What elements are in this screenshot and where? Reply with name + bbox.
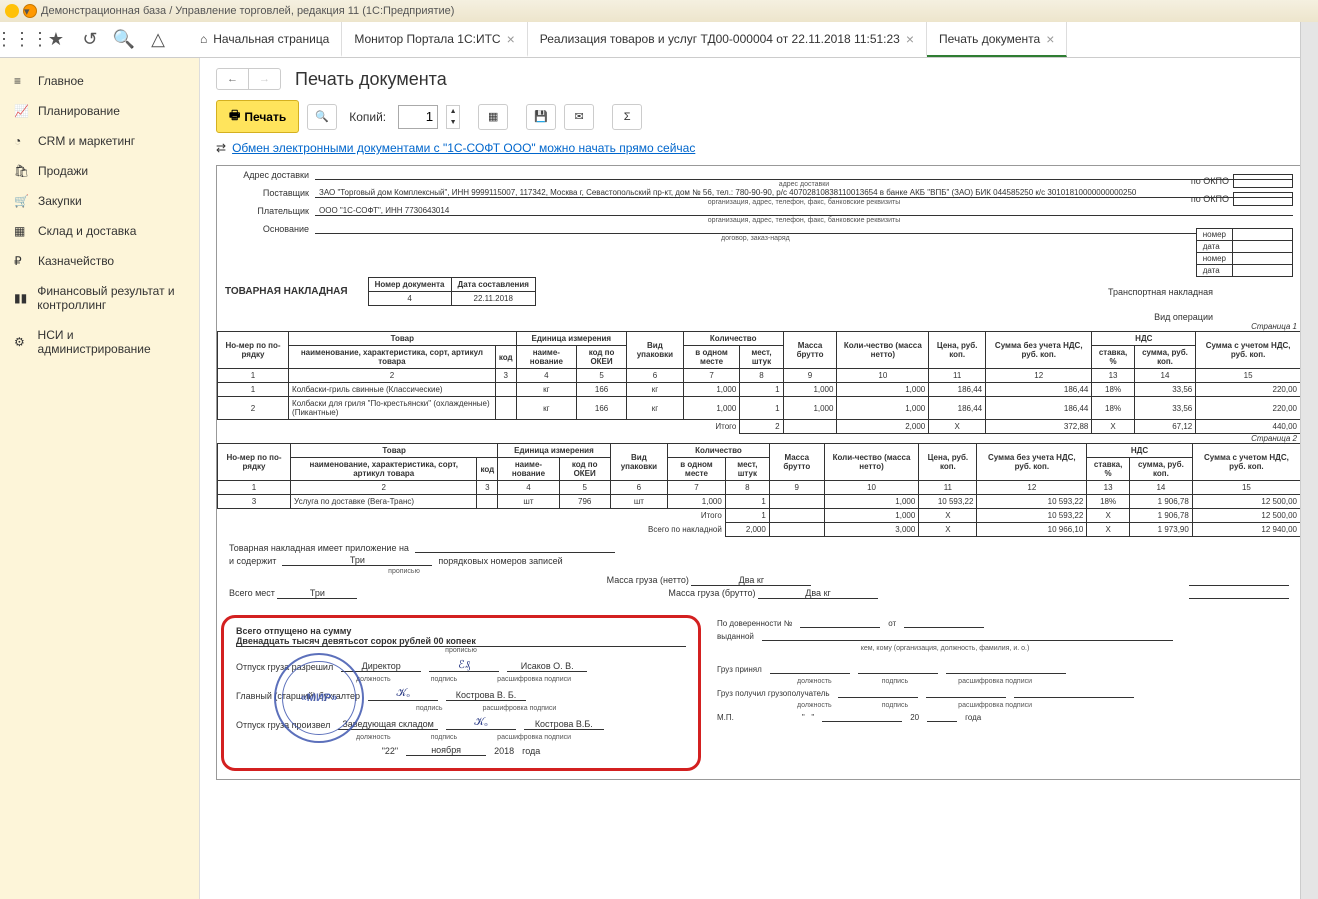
stamp-icon: «МИР» [274, 653, 364, 743]
sum-button[interactable]: Σ [612, 104, 642, 130]
email-button[interactable]: ✉ [564, 104, 594, 130]
tab-bar: ⌂Начальная страницаМонитор Портала 1С:ИТ… [188, 22, 1067, 57]
total-label: Всего отпущено на сумму [236, 626, 686, 636]
chart-icon: 📈 [14, 104, 28, 118]
nav-forward-button[interactable]: → [249, 69, 280, 89]
recipient-block: По доверенности №от выданной кем, кому (… [705, 607, 1185, 779]
sidebar-item[interactable]: ⚙НСИ и администрирование [0, 320, 199, 364]
tab[interactable]: Монитор Портала 1С:ИТС× [342, 22, 527, 57]
print-button[interactable]: 🖶 Печать [216, 100, 299, 133]
nav-back-button[interactable]: ← [217, 69, 249, 89]
goods-table-2: Но-мер по по-рядкуТоварЕдиница измерения… [217, 443, 1301, 537]
main-content: ← → Печать документа 🖶 Печать 🔍 Копий: ▲… [200, 58, 1318, 899]
transport-label: Транспортная накладная [1108, 287, 1213, 297]
sidebar-item[interactable]: ₽Казначейство [0, 246, 199, 276]
page-title: Печать документа [295, 69, 447, 90]
attach-l2: и содержит [229, 556, 276, 566]
doc-main-title: ТОВАРНАЯ НАКЛАДНАЯ [225, 286, 348, 297]
tab[interactable]: ⌂Начальная страница [188, 22, 342, 57]
payer-label: Плательщик [225, 206, 315, 216]
dropdown-icon[interactable]: ▾ [23, 4, 37, 18]
okpo-label: по ОКПО [1191, 176, 1229, 186]
window-title: Демонстрационная база / Управление торго… [41, 5, 454, 17]
search-icon[interactable]: 🔍 [110, 26, 138, 54]
tab[interactable]: Печать документа× [927, 22, 1067, 57]
bag-icon: 🛍 [14, 164, 28, 178]
sidebar-item[interactable]: 🛍Продажи [0, 156, 199, 186]
goods-table-1: Но-мер по по-рядкуТоварЕдиница измерения… [217, 331, 1301, 434]
close-icon[interactable]: × [906, 31, 914, 47]
main-toolbar: ⋮⋮⋮ ★ ↺ 🔍 △ ⌂Начальная страницаМонитор П… [0, 22, 1318, 58]
sidebar-item[interactable]: ▮▮Финансовый результат и контроллинг [0, 276, 199, 320]
supplier-value: ЗАО "Торговый дом Комплексный", ИНН 9999… [315, 188, 1293, 198]
sidebar-item[interactable]: 🛒Закупки [0, 186, 199, 216]
bell-icon[interactable]: △ [144, 26, 172, 54]
payer-value: ООО "1С-СОФТ", ИНН 7730643014 [315, 206, 1293, 216]
copies-spinner[interactable]: ▲▼ [446, 105, 460, 129]
apps-icon[interactable]: ⋮⋮⋮ [8, 26, 36, 54]
page-1-label: Страница 1 [217, 322, 1301, 331]
sidebar-item[interactable]: 📈Планирование [0, 96, 199, 126]
attach-records: порядковых номеров записей [438, 556, 562, 566]
page-2-label: Страница 2 [217, 434, 1301, 443]
cart-icon: 🛒 [14, 194, 28, 208]
settings-button[interactable]: ▦ [478, 104, 508, 130]
okpo-label-2: по ОКПО [1191, 194, 1229, 204]
home-icon: ⌂ [200, 32, 207, 46]
supplier-label: Поставщик [225, 188, 315, 198]
bars-icon: ▮▮ [14, 291, 27, 305]
exchange-link[interactable]: Обмен электронными документами с "1С-СОФ… [232, 141, 695, 155]
close-icon[interactable]: × [507, 31, 515, 47]
nav-sidebar: ≡Главное📈Планирование◔CRM и маркетинг🛍Пр… [0, 58, 200, 899]
star-icon[interactable]: ★ [42, 26, 70, 54]
signature-block: «МИР» Всего отпущено на сумму Двенадцать… [221, 615, 701, 771]
attach-l1: Товарная накладная имеет приложение на [229, 543, 409, 553]
gear-icon: ⚙ [14, 335, 28, 349]
basis-label: Основание [225, 224, 315, 234]
payer-caption: организация, адрес, телефон, факс, банко… [315, 217, 1293, 224]
doc-number-table: Номер документаДата составления 422.11.2… [368, 277, 536, 306]
grid-icon: ▦ [14, 224, 28, 238]
side-codes-table: номердатаномердата [1196, 228, 1293, 277]
sidebar-item[interactable]: ≡Главное [0, 66, 199, 96]
coin-icon: ₽ [14, 254, 28, 268]
history-icon[interactable]: ↺ [76, 26, 104, 54]
pie-icon: ◔ [14, 134, 28, 148]
window-titlebar: ▾ Демонстрационная база / Управление тор… [0, 0, 1318, 22]
exchange-icon: ⇄ [216, 141, 226, 155]
sidebar-item[interactable]: ▦Склад и доставка [0, 216, 199, 246]
basis-caption: договор, заказ-наряд [315, 235, 1293, 242]
nav-arrows: ← → [216, 68, 281, 90]
document-preview: Адрес доставки адрес доставки по ОКПО По… [216, 165, 1302, 780]
copies-input[interactable] [398, 105, 438, 129]
preview-button[interactable]: 🔍 [307, 104, 337, 130]
tab[interactable]: Реализация товаров и услуг ТД00-000004 о… [528, 22, 927, 57]
right-scrollbar[interactable] [1300, 22, 1318, 899]
app-icon-1c [5, 4, 19, 18]
close-icon[interactable]: × [1046, 31, 1054, 47]
operation-label: Вид операции [225, 312, 1293, 322]
okpo-box [1233, 174, 1293, 188]
total-words: Двенадцать тысяч девятьсот сорок рублей … [236, 636, 686, 647]
copies-label: Копий: [349, 110, 386, 124]
save-button[interactable]: 💾 [526, 104, 556, 130]
delivery-label: Адрес доставки [225, 170, 315, 180]
menu-icon: ≡ [14, 74, 28, 88]
okpo-box-2 [1233, 192, 1293, 206]
sidebar-item[interactable]: ◔CRM и маркетинг [0, 126, 199, 156]
